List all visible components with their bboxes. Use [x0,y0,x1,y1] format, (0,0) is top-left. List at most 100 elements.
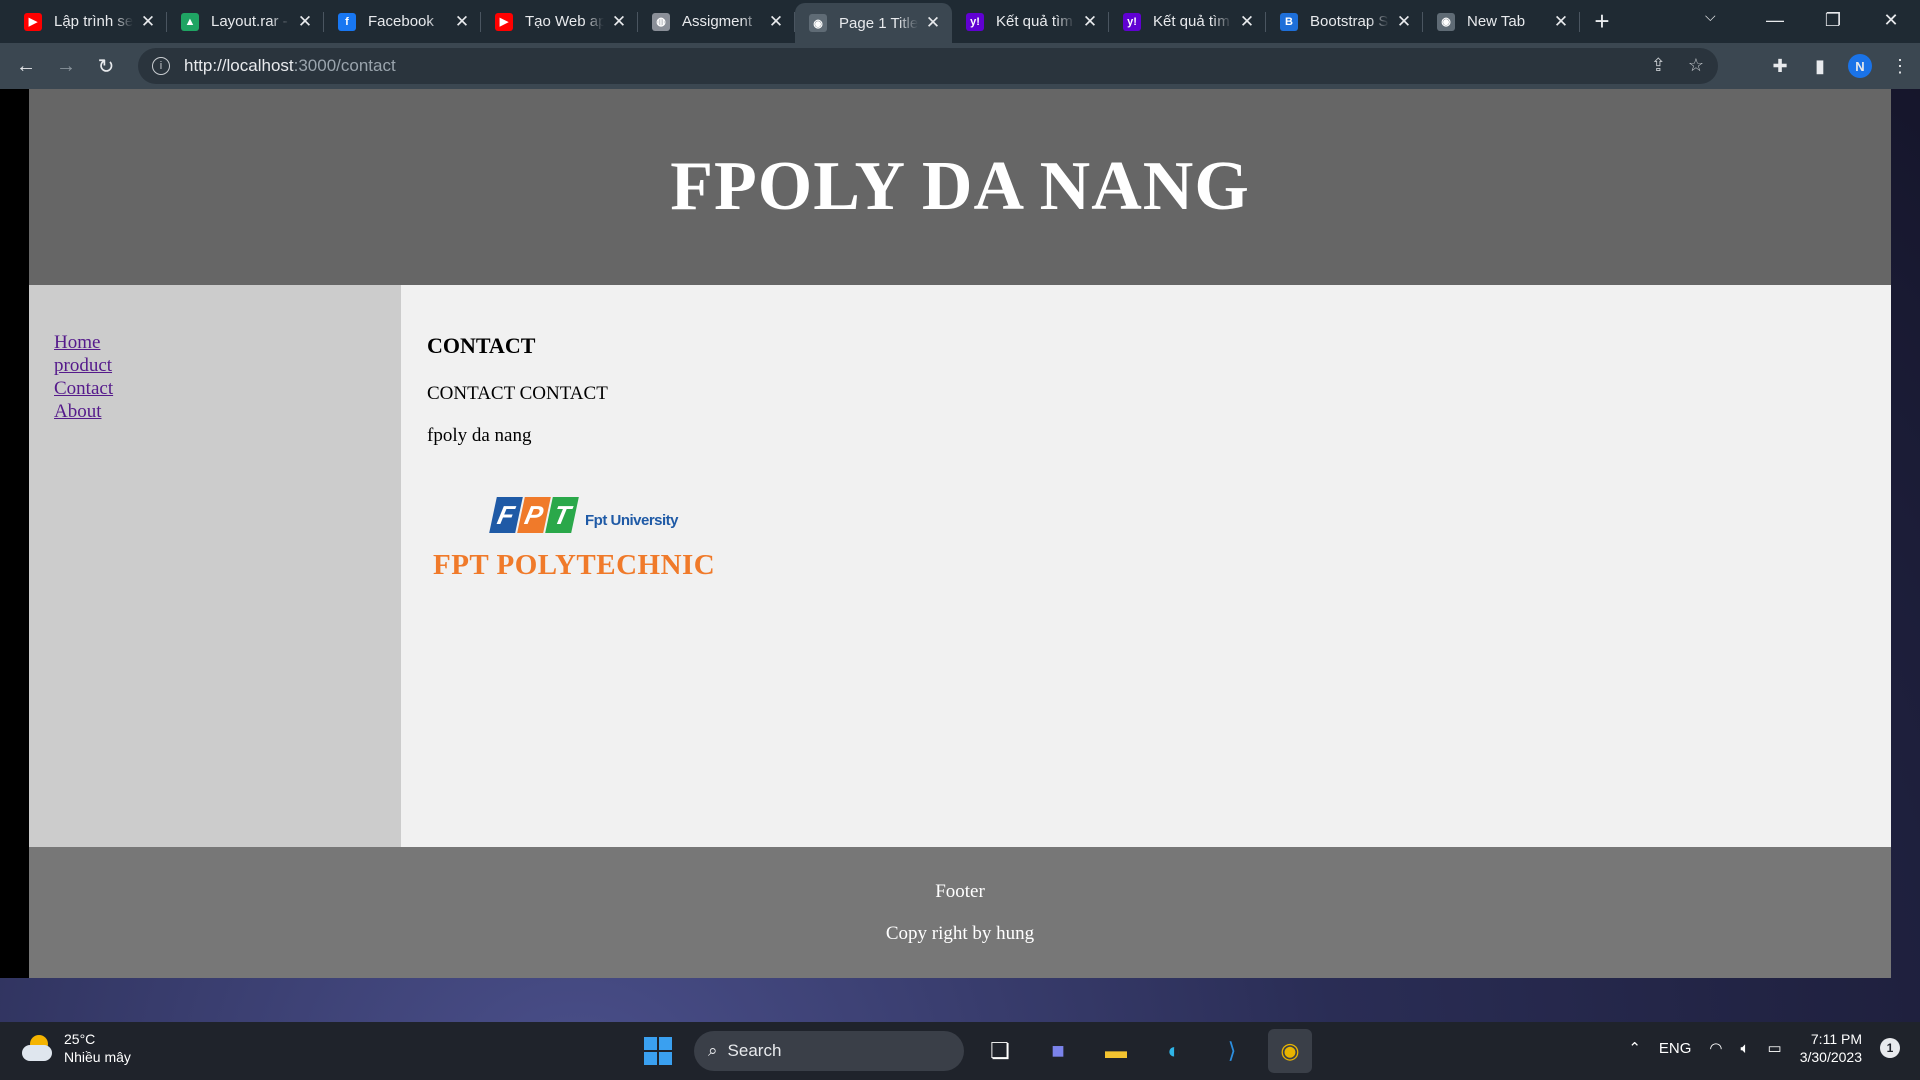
bookmark-star-icon[interactable]: ☆ [1688,55,1704,76]
weather-widget[interactable]: 25°C Nhiều mây [20,1030,131,1066]
search-icon: ⌕ [708,1041,718,1060]
tab-close-icon[interactable]: ✕ [924,13,942,33]
tab-close-icon[interactable]: ✕ [1395,12,1413,32]
taskbar-search[interactable]: ⌕ Search [694,1031,964,1071]
clock[interactable]: 7:11 PM 3/30/2023 [1800,1030,1862,1066]
page-viewport: FPOLY DA NANG Home product Contact About… [29,89,1891,978]
tab-close-icon[interactable]: ✕ [296,12,314,32]
windows-start-icon[interactable] [636,1029,680,1073]
yahoo-icon: y! [1123,12,1141,31]
nav-link-home[interactable]: Home [54,331,376,354]
tab-title: Kết quả tìm [996,13,1073,30]
sidebar-nav: Home product Contact About [29,285,401,847]
bootstrap-icon: B [1280,12,1298,31]
battery-icon[interactable]: ▭ [1768,1039,1782,1057]
tab-strip: ▶ Lập trình se ✕ ▲ Layout.rar - ✕ f Facebook ✕ ▶ T… [0,0,1920,43]
browser-tab[interactable]: ◍ Assigment ✕ [638,0,795,43]
tab-close-icon[interactable]: ✕ [1238,12,1256,32]
chrome-icon[interactable]: ◉ [1268,1029,1312,1073]
content-paragraph: fpoly da nang [427,425,532,446]
browser-tab[interactable]: ▶ Tạo Web ap ✕ [481,0,638,43]
restore-icon[interactable]: ❐ [1804,0,1862,40]
menu-kebab-icon[interactable]: ⋮ [1880,46,1920,86]
browser-tab[interactable]: ◉ New Tab ✕ [1423,0,1580,43]
nav-link-contact[interactable]: Contact [54,377,376,400]
weather-temp: 25°C [64,1031,96,1047]
fpt-logo-mark: F P T Fpt University [489,497,679,533]
notification-badge[interactable]: 1 [1880,1038,1900,1058]
forward-arrow-icon[interactable]: → [46,46,86,86]
side-panel-icon[interactable]: ▮ [1800,46,1840,86]
language-indicator[interactable]: ENG [1659,1040,1692,1057]
browser-tab[interactable]: y! Kết quả tìm ✕ [1109,0,1266,43]
volume-icon[interactable]: 🔈︎ [1741,1040,1750,1057]
site-footer: Footer Copy right by hung [29,847,1891,978]
browser-tab[interactable]: ◉ Page 1 Title ✕ [795,3,952,43]
tab-close-icon[interactable]: ✕ [1081,12,1099,32]
tray-chevron-up-icon[interactable]: ⌃ [1628,1039,1641,1057]
address-bar[interactable]: i http://localhost:3000/contact ⇪ ☆ [138,48,1718,84]
globe-icon: ◉ [809,14,827,32]
wifi-icon[interactable]: ◠ [1709,1039,1722,1057]
browser-tab[interactable]: ▲ Layout.rar - ✕ [167,0,324,43]
browser-toolbar: ← → ↻ i http://localhost:3000/contact ⇪ … [0,43,1920,89]
tab-close-icon[interactable]: ✕ [139,12,157,32]
fpt-university-text: Fpt University [585,511,679,529]
file-explorer-icon[interactable]: ▬ [1094,1029,1138,1073]
youtube-icon: ▶ [24,12,42,31]
back-arrow-icon[interactable]: ← [6,46,46,86]
tab-list: ▶ Lập trình se ✕ ▲ Layout.rar - ✕ f Facebook ✕ ▶ T… [0,0,1580,43]
browser-tab[interactable]: B Bootstrap S ✕ [1266,0,1423,43]
teams-chat-icon[interactable]: ■ [1036,1029,1080,1073]
share-icon[interactable]: ⇪ [1651,55,1666,76]
tab-title: New Tab [1467,13,1526,30]
fpt-letter-t: T [545,497,579,533]
tab-close-icon[interactable]: ✕ [767,12,785,32]
reload-icon[interactable]: ↻ [86,46,126,86]
fpt-polytechnic-logo: F P T Fpt University FPT POLYTECHNIC [433,493,733,593]
yahoo-icon: y! [966,12,984,31]
tab-title: Tạo Web ap [525,13,604,30]
task-view-icon[interactable]: ❏ [978,1029,1022,1073]
tab-title: Assigment [682,13,753,30]
nav-link-product[interactable]: product [54,354,376,377]
tab-title: Page 1 Title [839,14,918,32]
url-text[interactable]: http://localhost:3000/contact [184,56,396,76]
site-body: Home product Contact About CONTACT CONTA… [29,285,1891,847]
browser-tab[interactable]: ▶ Lập trình se ✕ [10,0,167,43]
edge-browser-icon[interactable]: ◐ [1152,1029,1196,1073]
nav-link-about[interactable]: About [54,400,376,423]
facebook-icon: f [338,12,356,31]
tab-close-icon[interactable]: ✕ [1552,12,1570,32]
content-heading: CONTACT [427,333,536,358]
fpt-polytechnic-text: FPT POLYTECHNIC [433,549,716,581]
clock-time: 7:11 PM [1810,1031,1862,1047]
drive-icon: ▲ [181,12,199,31]
tab-title: Lập trình se [54,13,133,30]
new-tab-button[interactable]: + [1580,0,1624,43]
tab-close-icon[interactable]: ✕ [610,12,628,32]
site-info-icon[interactable]: i [152,57,170,75]
profile-avatar[interactable]: N [1848,54,1872,78]
url-host: http://localhost [184,56,294,75]
browser-tab[interactable]: f Facebook ✕ [324,0,481,43]
extensions-puzzle-icon[interactable]: ✚ [1760,46,1800,86]
site-header: FPOLY DA NANG [29,89,1891,285]
weather-condition: Nhiều mây [64,1049,131,1065]
globe-icon: ◉ [1437,12,1455,31]
partly-cloudy-icon [20,1033,54,1063]
main-content: CONTACT CONTACT CONTACT fpoly da nang F … [401,285,1891,847]
desktop-edge [0,89,29,978]
browser-tab[interactable]: y! Kết quả tìm ✕ [952,0,1109,43]
tab-search-chevron-icon[interactable]: ⌵ [1705,8,1716,25]
footer-title: Footer [935,880,985,902]
tab-title: Bootstrap S [1310,13,1389,30]
youtube-icon: ▶ [495,12,513,31]
tab-close-icon[interactable]: ✕ [453,12,471,32]
content-paragraph: CONTACT CONTACT [427,383,608,404]
close-window-icon[interactable]: ✕ [1862,0,1920,40]
tab-title: Layout.rar - [211,13,288,30]
windows-taskbar: 25°C Nhiều mây ⌕ Search ❏ ■ ▬ ◐ ⟩ ◉ ⌃ EN… [0,1022,1920,1080]
minimize-icon[interactable]: — [1746,0,1804,40]
vscode-icon[interactable]: ⟩ [1210,1029,1254,1073]
